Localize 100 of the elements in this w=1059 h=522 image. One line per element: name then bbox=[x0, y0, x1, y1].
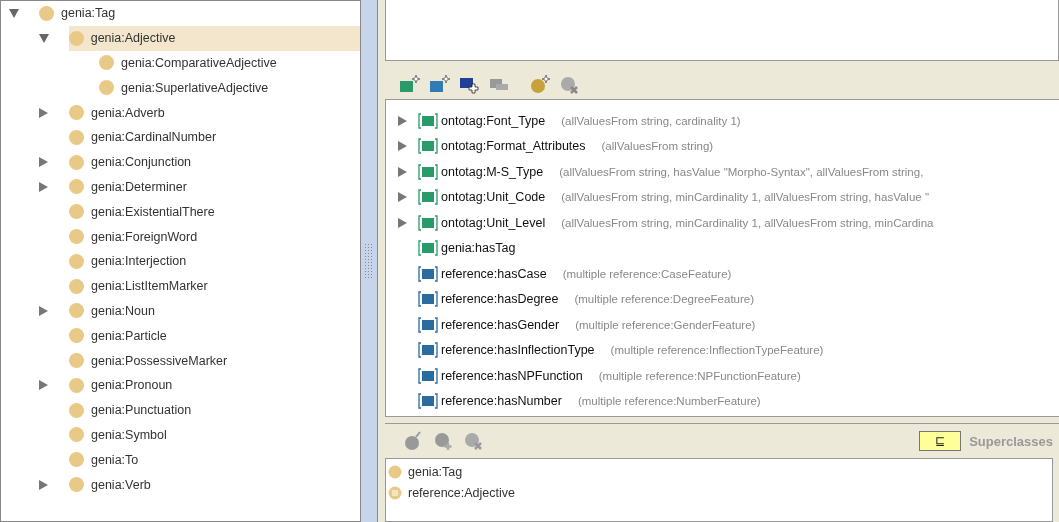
class-circle-icon bbox=[99, 80, 114, 96]
class-circle-icon bbox=[69, 402, 84, 418]
datatype-property-icon bbox=[418, 138, 438, 155]
class-circle-icon bbox=[68, 30, 84, 46]
property-name[interactable]: reference:hasNumber bbox=[441, 394, 562, 409]
object-property-icon bbox=[418, 367, 438, 384]
class-tree-item[interactable]: genia:Tag bbox=[39, 1, 120, 26]
object-property-icon bbox=[418, 291, 438, 308]
class-label: genia:Symbol bbox=[91, 427, 167, 442]
object-property-icon bbox=[418, 342, 438, 359]
datatype-property-icon bbox=[418, 214, 438, 231]
class-label: genia:Particle bbox=[91, 328, 167, 343]
datatype-property-icon bbox=[418, 240, 438, 257]
property-name[interactable]: reference:hasGender bbox=[441, 317, 560, 332]
class-circle-icon bbox=[69, 377, 84, 393]
class-label: genia:Tag bbox=[61, 6, 116, 21]
property-name[interactable]: ontotag:M-S_Type bbox=[441, 164, 544, 179]
class-circle-icon bbox=[69, 328, 84, 344]
property-restriction: (multiple reference:DegreeFeature) bbox=[574, 293, 755, 306]
class-label: genia:Determiner bbox=[91, 179, 187, 194]
class-circle-icon bbox=[39, 5, 54, 21]
circle-cross-icon[interactable] bbox=[559, 74, 581, 94]
class-label: genia:Punctuation bbox=[91, 403, 192, 418]
class-circle-icon bbox=[99, 55, 114, 71]
class-circle-icon bbox=[388, 464, 402, 479]
class-tree-item[interactable]: genia:Punctuation bbox=[69, 397, 196, 423]
expanded-triangle-icon[interactable] bbox=[39, 33, 49, 43]
property-restriction: (multiple reference:CaseFeature) bbox=[562, 267, 732, 280]
class-label: genia:PossessiveMarker bbox=[91, 353, 228, 368]
class-label: genia:ListItemMarker bbox=[91, 279, 208, 294]
class-tree-item[interactable]: genia:SuperlativeAdjective bbox=[99, 75, 273, 101]
superclasses-title: Superclasses bbox=[969, 433, 1053, 449]
class-tree-item[interactable]: genia:Adjective bbox=[68, 25, 360, 51]
class-tree-item[interactable]: genia:ComparativeAdjective bbox=[99, 50, 281, 76]
circle-plus-icon[interactable] bbox=[433, 431, 455, 451]
class-tree-item[interactable]: genia:Verb bbox=[69, 472, 155, 497]
property-name[interactable]: genia:hasTag bbox=[441, 241, 516, 256]
property-restriction: (multiple reference:NumberFeature) bbox=[577, 395, 761, 408]
class-label: genia:Conjunction bbox=[91, 155, 192, 170]
class-tree-item[interactable]: genia:To bbox=[69, 447, 143, 473]
property-name[interactable]: reference:hasCase bbox=[441, 266, 547, 281]
subclass-mode-button[interactable]: ⊑ bbox=[919, 431, 962, 451]
class-tree-item[interactable]: genia:ForeignWord bbox=[69, 224, 202, 249]
class-label: genia:SuperlativeAdjective bbox=[121, 80, 269, 95]
property-restriction: (allValuesFrom string, minCardinality 1, allValuesFrom string, minCardina bbox=[561, 216, 934, 229]
class-label: genia:Adverb bbox=[91, 105, 165, 120]
class-tree-item[interactable]: genia:ExistentialThere bbox=[69, 199, 219, 225]
class-circle-icon bbox=[69, 477, 84, 493]
superclass-label[interactable]: reference:Adjective bbox=[408, 485, 515, 500]
class-tree-item[interactable]: genia:Adverb bbox=[69, 100, 169, 125]
class-circle-icon bbox=[69, 427, 84, 443]
class-circle-icon bbox=[69, 353, 84, 369]
class-circle-icon bbox=[69, 303, 84, 319]
class-tree-item[interactable]: genia:Noun bbox=[69, 298, 159, 324]
class-tree-item[interactable]: genia:Determiner bbox=[69, 174, 191, 200]
property-restriction: (allValuesFrom string, minCardinality 1, allValuesFrom string, hasValue " bbox=[561, 191, 929, 204]
class-label: genia:Adjective bbox=[90, 31, 176, 46]
class-circle-icon bbox=[69, 129, 84, 145]
property-name[interactable]: ontotag:Unit_Code bbox=[441, 190, 546, 205]
property-restriction: (allValuesFrom string) bbox=[601, 140, 714, 153]
add-square-icon[interactable] bbox=[429, 74, 451, 94]
class-tree-item[interactable]: genia:Symbol bbox=[69, 422, 171, 448]
class-circle-icon bbox=[69, 278, 84, 294]
datatype-property-icon bbox=[418, 163, 438, 180]
lined-circle-icon bbox=[388, 485, 402, 500]
class-circle-icon bbox=[69, 253, 84, 269]
class-tree-item[interactable]: genia:CardinalNumber bbox=[69, 125, 221, 150]
property-restriction: (multiple reference:InflectionTypeFeature) bbox=[610, 344, 824, 357]
class-tree-item[interactable]: genia:PossessiveMarker bbox=[69, 348, 232, 373]
class-circle-icon bbox=[69, 452, 84, 468]
class-circle-icon bbox=[69, 229, 84, 245]
property-name[interactable]: ontotag:Format_Attributes bbox=[441, 139, 586, 154]
class-label: genia:Pronoun bbox=[91, 378, 173, 393]
class-tree-item[interactable]: genia:ListItemMarker bbox=[69, 273, 212, 299]
add-square-icon[interactable] bbox=[399, 74, 421, 94]
class-label: genia:ComparativeAdjective bbox=[121, 56, 277, 70]
class-tree-item[interactable]: genia:Particle bbox=[69, 323, 171, 349]
property-restriction: (allValuesFrom string, hasValue "Morpho-Syntax", allValuesFrom string, bbox=[559, 165, 924, 178]
class-label: genia:ExistentialThere bbox=[91, 204, 215, 219]
class-label: genia:To bbox=[91, 452, 139, 467]
class-circle-icon bbox=[69, 154, 84, 170]
class-label: genia:Verb bbox=[91, 477, 151, 492]
class-circle-icon bbox=[69, 204, 84, 220]
class-label: genia:CardinalNumber bbox=[91, 130, 217, 145]
superclass-label[interactable]: genia:Tag bbox=[408, 464, 463, 479]
class-tree-item[interactable]: genia:Interjection bbox=[69, 248, 191, 274]
property-name[interactable]: ontotag:Font_Type bbox=[441, 113, 546, 128]
property-name[interactable]: reference:hasNPFunction bbox=[441, 368, 583, 383]
object-property-icon bbox=[418, 316, 438, 333]
circle-cross-icon[interactable] bbox=[463, 431, 485, 451]
class-circle-icon bbox=[69, 179, 84, 195]
circle-star-icon[interactable] bbox=[529, 74, 551, 94]
class-tree-item[interactable]: genia:Pronoun bbox=[69, 372, 177, 398]
splitter-handle[interactable] bbox=[360, 0, 378, 522]
expanded-triangle-icon[interactable] bbox=[9, 8, 19, 18]
class-tree-item[interactable]: genia:Conjunction bbox=[69, 149, 196, 175]
property-name[interactable]: reference:hasDegree bbox=[441, 292, 559, 307]
property-name[interactable]: reference:hasInflectionType bbox=[441, 343, 595, 358]
property-name[interactable]: ontotag:Unit_Level bbox=[441, 215, 546, 230]
property-restriction: (multiple reference:NPFunctionFeature) bbox=[598, 369, 801, 382]
